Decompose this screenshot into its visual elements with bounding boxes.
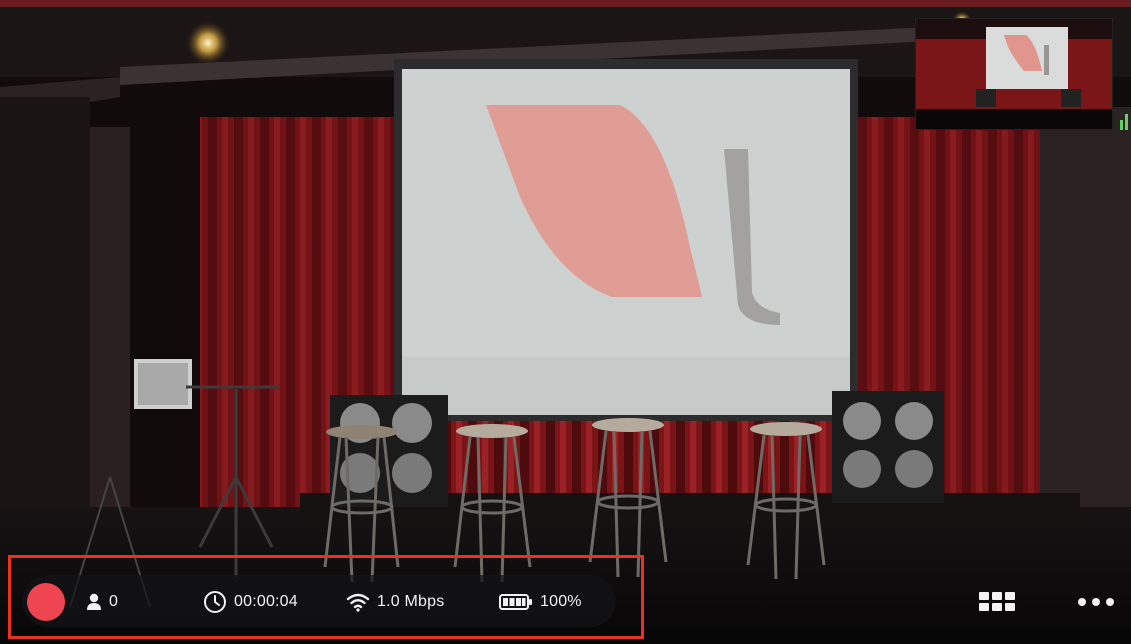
more-options-button[interactable] (1072, 587, 1120, 617)
battery-value: 100% (540, 593, 582, 610)
bitrate-value: 1.0 Mbps (377, 593, 445, 610)
viewer-count-value: 0 (109, 593, 119, 610)
clock-icon (204, 591, 226, 613)
viewer-count: 0 (86, 588, 118, 616)
stream-bitrate: 1.0 Mbps (346, 588, 444, 616)
duration-value: 00:00:04 (234, 593, 298, 610)
wifi-icon (346, 593, 370, 612)
battery-icon (499, 594, 532, 610)
battery-status: 100% (499, 588, 582, 616)
pip-scene (916, 19, 1112, 129)
signal-meter (1119, 110, 1131, 130)
stream-duration: 00:00:04 (203, 588, 298, 616)
person-icon (87, 593, 101, 610)
layout-grid-button[interactable] (976, 587, 1018, 617)
window-top-border (0, 0, 1131, 7)
pip-preview[interactable] (915, 18, 1113, 130)
grid-icon (979, 592, 1015, 611)
ellipsis-icon (1078, 598, 1114, 606)
record-button[interactable] (27, 583, 65, 621)
